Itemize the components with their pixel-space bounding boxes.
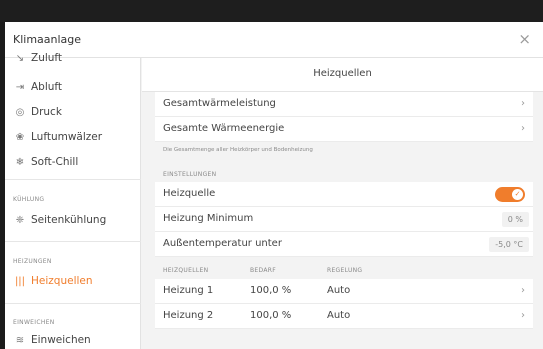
climate-dialog: Klimaanlage × ↘ Zuluft ⇥ Abluft ◎ Druck … [5,22,543,349]
dialog-title: Klimaanlage [13,33,82,46]
table-row[interactable]: Heizung 2 100,0 % Auto › [155,304,533,329]
heizquelle-toggle[interactable]: ✓ [495,187,525,202]
aussentemp-value-field[interactable]: -5,0 °C [489,237,529,252]
main-panel: Heizquellen Gesamtwärmeleistung › Gesamt… [142,58,543,349]
soft-chill-icon: ❄ [15,156,25,168]
sidebar-item-label: Zuluft [31,52,63,64]
row-label: Heizquelle [163,188,216,199]
sidebar-item-label: Abluft [31,81,63,93]
abluft-icon: ⇥ [15,81,25,93]
table-header-regelung: REGELUNG [327,267,363,274]
sidebar-item-seitenkuehlung[interactable]: ❈ Seitenkühlung [13,214,106,226]
luftumwaelzer-icon: ❀ [15,131,25,143]
chevron-right-icon: › [521,285,525,296]
heizquellen-icon: ||| [14,275,26,287]
sidebar-item-label: Soft-Chill [31,156,79,168]
cell-name: Heizung 2 [163,310,214,321]
row-gesamte-waermeenergie[interactable]: Gesamte Wärmeenergie › [155,117,533,142]
section-title-kuehlung: KÜHLUNG [13,196,45,203]
chevron-right-icon: › [521,310,525,321]
row-label: Heizung Minimum [163,213,254,224]
dialog-header: Klimaanlage × [5,22,543,58]
page-title: Heizquellen [313,68,372,79]
sidebar-item-soft-chill[interactable]: ❄ Soft-Chill [13,156,78,168]
close-icon[interactable]: × [518,30,531,48]
sidebar-item-label: Einweichen [31,334,91,346]
section-title-einstellungen: EINSTELLUNGEN [163,171,217,178]
sidebar-divider [5,303,141,304]
sidebar-item-label: Heizquellen [31,275,93,287]
table-header-heizquellen: HEIZQUELLEN [163,267,209,274]
section-title-einweichen: EINWEICHEN [13,319,55,326]
row-gesamtwaermeleistung[interactable]: Gesamtwärmeleistung › [155,92,533,117]
row-heizung-minimum: Heizung Minimum 0 % [155,207,533,232]
cell-name: Heizung 1 [163,285,214,296]
top-bar [0,0,543,22]
row-aussentemperatur: Außentemperatur unter -5,0 °C [155,232,533,257]
zuluft-icon: ↘ [15,52,25,64]
row-label: Gesamtwärmeleistung [163,98,276,109]
chevron-right-icon: › [521,98,525,109]
sidebar-divider [5,179,141,180]
cell-regelung: Auto [327,285,351,296]
druck-icon: ◎ [15,106,25,118]
row-heizquelle: Heizquelle ✓ [155,182,533,207]
row-label: Gesamte Wärmeenergie [163,123,285,134]
einweichen-icon: ≋ [15,334,25,346]
sidebar-item-label: Luftumwälzer [31,131,103,143]
cell-bedarf: 100,0 % [250,310,292,321]
sidebar-item-luftumwaelzer[interactable]: ❀ Luftumwälzer [13,131,102,143]
sidebar: ↘ Zuluft ⇥ Abluft ◎ Druck ❀ Luftumwälzer… [5,52,141,349]
cell-bedarf: 100,0 % [250,285,292,296]
sidebar-item-druck[interactable]: ◎ Druck [13,106,62,118]
sidebar-item-label: Seitenkühlung [31,214,107,226]
chevron-right-icon: › [521,123,525,134]
sidebar-divider [5,241,141,242]
section-title-heizungen: HEIZUNGEN [13,258,52,265]
seitenkuehlung-icon: ❈ [15,214,25,226]
table-header-bedarf: BEDARF [250,267,276,274]
minimum-value-field[interactable]: 0 % [501,212,529,227]
sidebar-item-label: Druck [31,106,62,118]
sidebar-item-einweichen[interactable]: ≋ Einweichen [13,334,91,346]
info-note: Die Gesamtmenge aller Heizkörper und Bod… [163,147,313,153]
table-row[interactable]: Heizung 1 100,0 % Auto › [155,279,533,304]
cell-regelung: Auto [327,310,351,321]
row-label: Außentemperatur unter [163,238,282,249]
check-icon: ✓ [512,189,523,200]
sidebar-item-zuluft[interactable]: ↘ Zuluft [13,52,62,64]
sidebar-item-heizquellen[interactable]: ||| Heizquellen [13,275,93,287]
panel-header: Heizquellen [142,58,543,92]
sidebar-item-abluft[interactable]: ⇥ Abluft [13,81,62,93]
